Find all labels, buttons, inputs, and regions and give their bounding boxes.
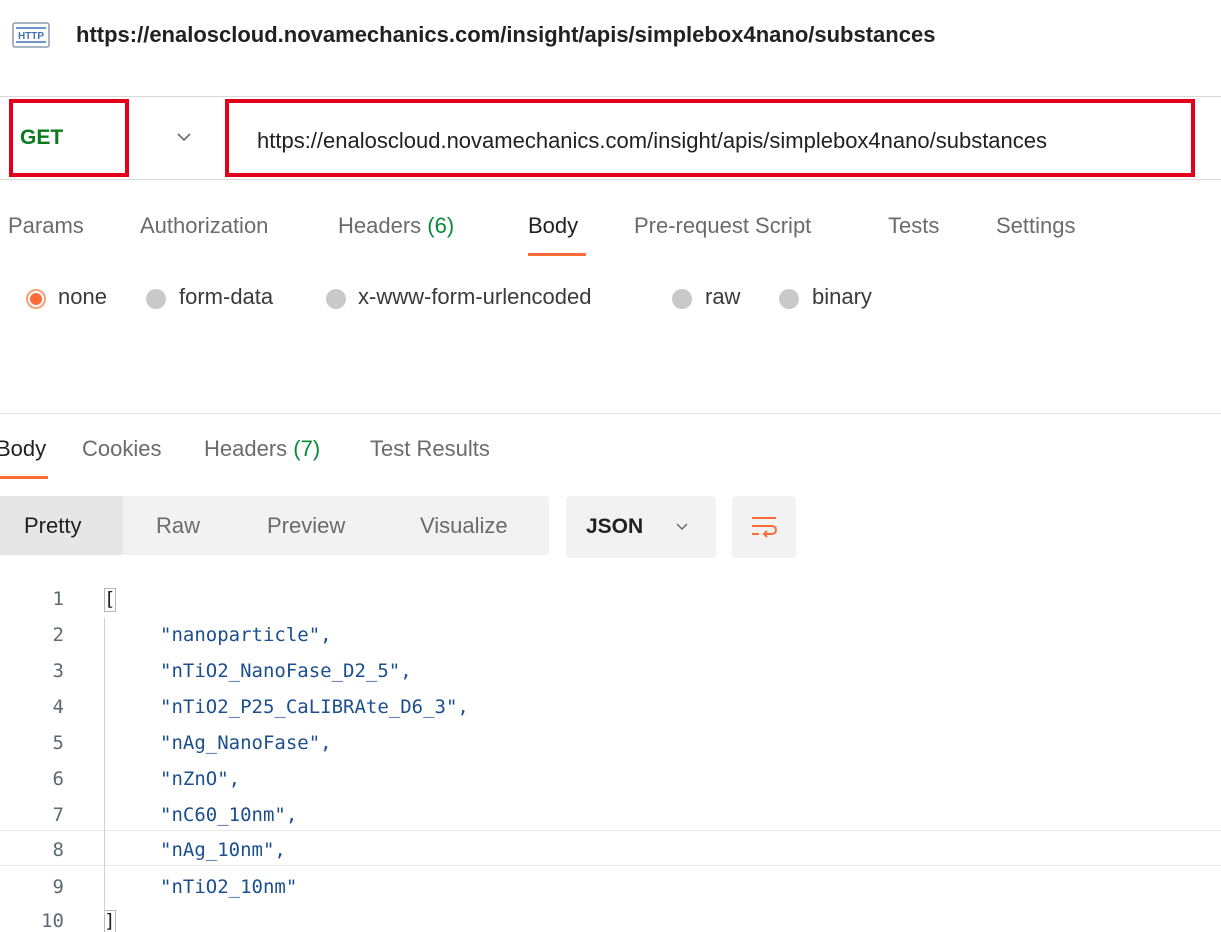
radio-none-label[interactable]: none [58, 284, 107, 310]
code-line: 10 ] [0, 902, 1221, 932]
tab-headers-count: (6) [427, 213, 455, 238]
code-text: ] [104, 910, 116, 932]
body-type-radios: none form-data x-www-form-urlencoded raw… [0, 280, 1221, 320]
chevron-down-icon[interactable] [174, 127, 194, 147]
view-raw-button[interactable]: Raw [156, 496, 200, 555]
line-number: 1 [52, 588, 64, 610]
method-select[interactable]: GET [20, 126, 63, 150]
line-number: 2 [52, 624, 64, 646]
code-text: [ [104, 588, 116, 610]
code-text: "nC60_10nm", [160, 804, 298, 826]
tab-authorization[interactable]: Authorization [140, 213, 268, 239]
response-tabs: Body Cookies Headers (7) Test Results [0, 432, 1221, 482]
response-tab-test-results[interactable]: Test Results [370, 436, 490, 462]
radio-x-www-form-urlencoded[interactable] [326, 289, 346, 309]
code-line: 3 "nTiO2_NanoFase_D2_5", [0, 652, 1221, 688]
tab-params[interactable]: Params [8, 213, 84, 239]
response-divider[interactable] [0, 413, 1221, 414]
tab-headers-label: Headers [338, 213, 422, 238]
indent-guide [104, 618, 105, 914]
radio-binary[interactable] [779, 289, 799, 309]
line-number: 4 [52, 696, 64, 718]
request-title-row: HTTP https://enaloscloud.novamechanics.c… [0, 0, 1221, 72]
radio-none[interactable] [26, 289, 46, 309]
line-number: 9 [52, 876, 64, 898]
code-text: "nTiO2_10nm" [160, 876, 298, 898]
line-number: 7 [52, 804, 64, 826]
tab-settings[interactable]: Settings [996, 213, 1076, 239]
svg-text:HTTP: HTTP [18, 31, 44, 42]
code-line: 5 "nAg_NanoFase", [0, 724, 1221, 760]
tab-headers[interactable]: Headers (6) [338, 213, 454, 239]
radio-raw[interactable] [672, 289, 692, 309]
http-icon: HTTP [12, 22, 50, 48]
radio-form-data-label[interactable]: form-data [179, 284, 273, 310]
line-number: 3 [52, 660, 64, 682]
response-tab-cookies[interactable]: Cookies [82, 436, 161, 462]
radio-form-data[interactable] [146, 289, 166, 309]
url-highlight-box: https://enaloscloud.novamechanics.com/in… [225, 99, 1195, 177]
code-text: "nanoparticle", [160, 624, 332, 646]
response-active-tab-indicator [0, 476, 48, 479]
format-select[interactable]: JSON [566, 496, 716, 558]
view-mode-group: Pretty Raw Preview Visualize [0, 496, 549, 555]
radio-raw-label[interactable]: raw [705, 284, 740, 310]
code-text: "nAg_10nm", [160, 839, 286, 861]
wrap-lines-button[interactable] [732, 496, 796, 558]
line-number: 5 [52, 732, 64, 754]
code-line: 2 "nanoparticle", [0, 616, 1221, 652]
code-text: "nAg_NanoFase", [160, 732, 332, 754]
code-line: 9 "nTiO2_10nm" [0, 868, 1221, 904]
code-line-current: 8 "nAg_10nm", [0, 830, 1221, 866]
code-line: 4 "nTiO2_P25_CaLIBRAte_D6_3", [0, 688, 1221, 724]
line-number: 10 [41, 910, 64, 932]
active-tab-indicator [528, 253, 586, 256]
tab-tests[interactable]: Tests [888, 213, 939, 239]
chevron-down-icon [676, 523, 688, 531]
response-tab-body[interactable]: Body [0, 436, 46, 462]
view-visualize-button[interactable]: Visualize [420, 496, 508, 555]
radio-x-www-form-urlencoded-label[interactable]: x-www-form-urlencoded [358, 284, 592, 310]
response-tab-headers-count: (7) [293, 436, 321, 461]
request-title[interactable]: https://enaloscloud.novamechanics.com/in… [76, 22, 935, 48]
code-line: 7 "nC60_10nm", [0, 796, 1221, 832]
wrap-lines-icon [752, 517, 777, 538]
code-text: "nTiO2_NanoFase_D2_5", [160, 660, 412, 682]
tab-pre-request-script[interactable]: Pre-request Script [634, 213, 811, 239]
code-text: "nZnO", [160, 768, 241, 790]
view-pretty-button[interactable]: Pretty [0, 496, 123, 555]
url-input[interactable]: https://enaloscloud.novamechanics.com/in… [257, 128, 1047, 154]
response-tab-headers-label: Headers [204, 436, 288, 461]
code-line: 6 "nZnO", [0, 760, 1221, 796]
line-number: 8 [52, 839, 64, 861]
tab-body[interactable]: Body [528, 213, 578, 239]
request-bar: GET https://enaloscloud.novamechanics.co… [0, 96, 1221, 180]
code-text: "nTiO2_P25_CaLIBRAte_D6_3", [160, 696, 469, 718]
code-line: 1 [ [0, 580, 1221, 616]
response-tab-headers[interactable]: Headers (7) [204, 436, 320, 462]
format-select-value: JSON [586, 515, 644, 538]
view-preview-button[interactable]: Preview [267, 496, 345, 555]
line-number: 6 [52, 768, 64, 790]
request-tabs: Params Authorization Headers (6) Body Pr… [0, 205, 1221, 265]
radio-binary-label[interactable]: binary [812, 284, 872, 310]
response-body-editor[interactable]: 1 [ 2 "nanoparticle", 3 "nTiO2_NanoFase_… [0, 580, 1221, 932]
